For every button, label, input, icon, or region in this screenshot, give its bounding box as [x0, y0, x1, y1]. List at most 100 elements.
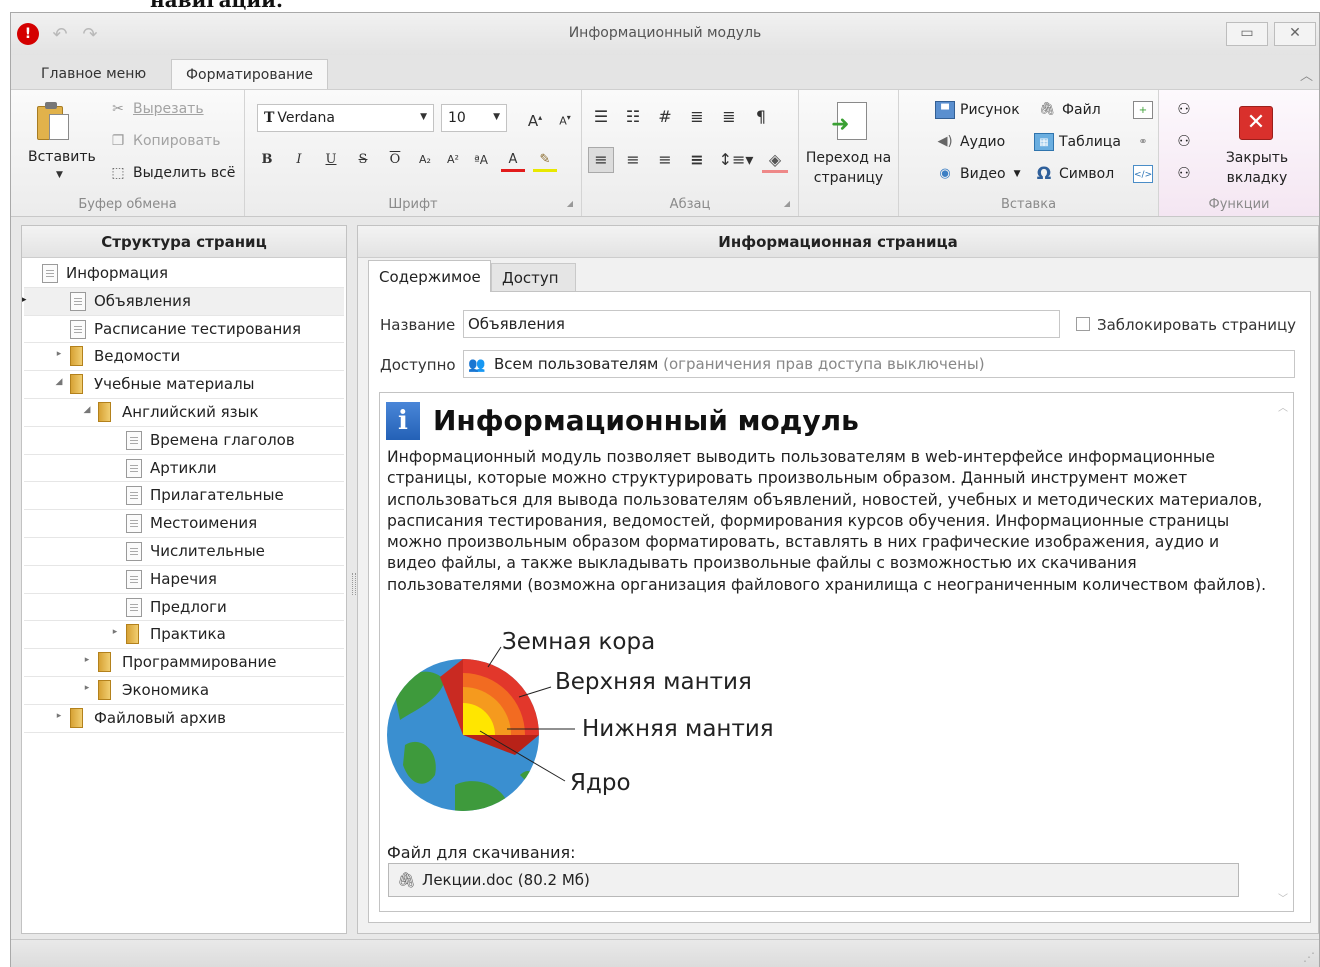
insert-video-button[interactable]: ◉ Видео ▼ — [935, 162, 1020, 186]
insert-table-button[interactable]: ▦ Таблица — [1034, 130, 1121, 154]
maximize-button[interactable]: ▭ — [1226, 22, 1268, 46]
tree-item[interactable]: Местоимения — [24, 510, 344, 538]
insert-page-icon[interactable]: + — [1133, 98, 1158, 122]
subscript-button[interactable]: A₂ — [413, 148, 437, 172]
tab-main-menu[interactable]: Главное меню — [27, 59, 160, 89]
page-name-input[interactable]: Объявления — [463, 310, 1060, 338]
replace-icon[interactable]: ⚇ — [1173, 162, 1195, 184]
bullet-list-icon[interactable]: ☰ — [588, 104, 614, 130]
close-tab-button[interactable]: Закрыть вкладку — [1209, 148, 1305, 188]
tab-access[interactable]: Доступ — [491, 263, 576, 292]
folder-icon — [98, 652, 111, 673]
resize-grip-icon[interactable]: ⋰ — [1303, 950, 1315, 964]
content-editor[interactable]: i Информационный модуль Информационный м… — [379, 392, 1294, 912]
tree-item[interactable]: ▸ Программирование — [24, 649, 344, 677]
insert-symbol-button[interactable]: Ω Символ — [1034, 162, 1114, 186]
access-field[interactable]: 👥 Всем пользователям (ограничения прав до… — [463, 350, 1295, 378]
close-tab-icon[interactable]: ✕ — [1239, 106, 1273, 140]
document-icon — [126, 569, 142, 589]
collapse-ribbon-icon[interactable]: ︿ — [1300, 65, 1313, 84]
tree-item[interactable]: ◢ Английский язык — [24, 399, 344, 427]
expand-toggle-icon[interactable]: ▸ — [54, 711, 64, 721]
expand-toggle-icon[interactable]: ◢ — [54, 377, 64, 387]
expand-toggle-icon[interactable]: ▸ — [82, 683, 92, 693]
numbered-list-icon[interactable]: ☷ — [620, 104, 646, 130]
change-case-button[interactable]: ªA — [469, 148, 493, 172]
overline-button[interactable]: O — [383, 148, 407, 172]
font-family-select[interactable]: T Verdana ▼ — [257, 104, 434, 132]
paste-button[interactable]: Вставить — [28, 149, 96, 165]
font-family-value: Verdana — [277, 110, 335, 126]
pilcrow-icon[interactable]: ¶ — [748, 104, 774, 130]
panel-splitter[interactable] — [352, 573, 356, 595]
copy-button[interactable]: ❐ Копировать — [109, 130, 221, 152]
italic-button[interactable]: I — [287, 148, 311, 172]
line-spacing-icon[interactable]: ↕≡▾ — [716, 147, 756, 173]
cut-button[interactable]: ✂ Вырезать — [109, 98, 203, 120]
tree-item[interactable]: ▸ Объявления — [22, 287, 344, 316]
goto-page-icon[interactable]: ➜ — [831, 102, 869, 142]
tree-item[interactable]: Числительные — [24, 538, 344, 566]
tree-item[interactable]: Предлоги — [24, 594, 344, 622]
grow-font-button[interactable]: A▴ — [523, 106, 547, 130]
paste-dropdown-icon[interactable]: ▼ — [56, 170, 63, 180]
tree-item[interactable]: Наречия — [24, 566, 344, 594]
scroll-up-icon[interactable]: ︿ — [1278, 399, 1288, 414]
tree-item[interactable]: Артикли — [24, 455, 344, 483]
select-all-button[interactable]: ⬚ Выделить всё — [109, 162, 235, 184]
align-left-icon[interactable]: ≡ — [588, 147, 614, 173]
strikethrough-button[interactable]: S — [351, 148, 375, 172]
tree-item[interactable]: ◢ Учебные материалы — [24, 371, 344, 399]
tree-item[interactable]: ▸ Экономика — [24, 677, 344, 705]
picture-icon: ▀ — [935, 101, 955, 119]
find-icon[interactable]: ⚇ — [1173, 98, 1195, 120]
tree-item[interactable]: ▸ Ведомости — [24, 343, 344, 372]
goto-page-button[interactable]: Переход на страницу — [799, 148, 898, 188]
tree-item[interactable]: ▸ Практика — [24, 621, 344, 650]
fill-color-icon[interactable]: ◈ — [762, 147, 788, 173]
tab-formatting[interactable]: Форматирование — [171, 59, 329, 89]
insert-file-button[interactable]: 🖇 Файл — [1037, 98, 1101, 122]
insert-html-icon[interactable]: </> — [1133, 162, 1158, 186]
align-center-icon[interactable]: ≡ — [620, 147, 646, 173]
expand-toggle-icon[interactable]: ▸ — [54, 349, 64, 359]
decrease-indent-icon[interactable]: ≣ — [684, 104, 710, 130]
download-file-link[interactable]: 🖇 Лекции.doc (80.2 Мб) — [388, 863, 1239, 897]
tree-item[interactable]: ▸ Файловый архив — [24, 705, 344, 733]
tree-item-label: Артикли — [150, 458, 217, 477]
tree-item[interactable]: Информация — [24, 260, 344, 288]
insert-audio-button[interactable]: ◀) Аудио — [935, 130, 1005, 154]
find-next-icon[interactable]: ⚇ — [1173, 130, 1195, 152]
insert-link-icon[interactable]: ⚭ — [1133, 130, 1158, 154]
tree-item[interactable]: Прилагательные — [24, 482, 344, 511]
lock-page-checkbox[interactable] — [1076, 317, 1090, 331]
copy-label: Копировать — [133, 133, 221, 149]
font-color-button[interactable]: A — [501, 148, 525, 172]
paste-icon[interactable] — [37, 102, 71, 142]
underline-button[interactable]: U — [319, 148, 343, 172]
paragraph-dialog-launcher-icon[interactable]: ◢ — [784, 199, 790, 208]
tree-item[interactable]: Расписание тестирования — [24, 316, 344, 344]
increase-indent-icon[interactable]: ≣ — [716, 104, 742, 130]
symbol-label: Символ — [1059, 166, 1115, 182]
info-page-panel: Информационная страница Содержимое Досту… — [357, 225, 1319, 934]
expand-toggle-icon[interactable]: ▸ — [110, 627, 120, 637]
numbering-icon[interactable]: # — [652, 104, 678, 130]
shrink-font-button[interactable]: A▾ — [553, 106, 577, 130]
insert-picture-button[interactable]: ▀ Рисунок — [935, 98, 1020, 122]
top-cropped-label: навигации. — [150, 0, 283, 12]
expand-toggle-icon[interactable]: ◢ — [82, 405, 92, 415]
bold-button[interactable]: B — [255, 148, 279, 172]
tab-content[interactable]: Содержимое — [368, 260, 491, 292]
functions-group: ⚇ ⚇ ⚇ ✕ Закрыть вкладку Функции — [1159, 90, 1319, 216]
scroll-down-icon[interactable]: ﹀ — [1278, 890, 1288, 905]
highlight-icon[interactable]: ✎ — [533, 148, 557, 172]
font-dialog-launcher-icon[interactable]: ◢ — [567, 199, 573, 208]
close-window-button[interactable]: ✕ — [1274, 22, 1316, 46]
superscript-button[interactable]: A² — [441, 148, 465, 172]
justify-icon[interactable]: ≡ — [684, 147, 710, 173]
align-right-icon[interactable]: ≡ — [652, 147, 678, 173]
font-size-select[interactable]: 10 ▼ — [441, 104, 507, 132]
expand-toggle-icon[interactable]: ▸ — [82, 655, 92, 665]
tree-item[interactable]: Времена глаголов — [24, 427, 344, 455]
